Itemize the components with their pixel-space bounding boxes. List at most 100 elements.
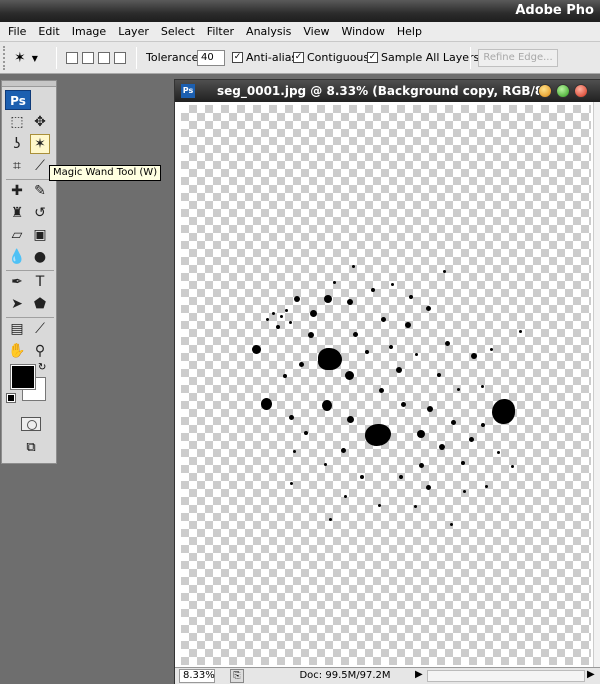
default-colors-icon[interactable]: [6, 393, 16, 403]
foreground-color-swatch[interactable]: [10, 364, 36, 390]
splatter-blob: [272, 312, 275, 315]
menu-analysis[interactable]: Analysis: [240, 25, 297, 38]
splatter-blob: [329, 518, 332, 521]
splatter-blob: [310, 310, 317, 317]
notes-tool-icon[interactable]: ▤: [7, 319, 27, 339]
blur-tool-icon[interactable]: 💧: [7, 247, 27, 267]
splatter-blob: [405, 322, 411, 328]
document-size-info: Doc: 99.5M/97.2M: [299, 670, 391, 681]
menu-image[interactable]: Image: [66, 25, 112, 38]
splatter-blob: [371, 288, 375, 292]
document-canvas[interactable]: [181, 105, 591, 665]
gradient-tool-icon[interactable]: ▣: [30, 225, 50, 245]
splatter-blob: [352, 265, 355, 268]
splatter-blob: [437, 373, 441, 377]
splatter-blob: [445, 341, 450, 346]
document-title-bar[interactable]: Ps seg_0001.jpg @ 8.33% (Background copy…: [175, 80, 600, 102]
zoom-tool-icon[interactable]: ⚲: [30, 341, 50, 361]
splatter-blob: [347, 299, 353, 305]
shape-tool-icon[interactable]: ⬟: [30, 294, 50, 314]
tolerance-input[interactable]: 40: [197, 50, 225, 66]
horizontal-scrollbar[interactable]: [427, 670, 585, 682]
splatter-blob: [283, 374, 287, 378]
eraser-tool-icon[interactable]: ▱: [7, 225, 27, 245]
swap-colors-icon[interactable]: ↻: [38, 362, 46, 373]
zoom-level-field[interactable]: 8.33%: [179, 669, 215, 683]
splatter-blob: [341, 448, 346, 453]
dodge-tool-icon[interactable]: ●: [30, 247, 50, 267]
splatter-blob: [497, 451, 500, 454]
splatter-blob: [324, 463, 327, 466]
status-info-icon[interactable]: ⎘: [230, 669, 244, 683]
splatter-blob: [261, 398, 272, 410]
lasso-tool-icon[interactable]: ʖ: [7, 134, 27, 154]
splatter-blob: [345, 371, 354, 380]
app-title-bar: Adobe Pho: [0, 0, 600, 22]
vertical-scrollbar[interactable]: [593, 102, 600, 668]
sample-all-layers-checkbox[interactable]: ✓: [367, 52, 378, 63]
anti-alias-checkbox[interactable]: ✓: [232, 52, 243, 63]
splatter-blob: [353, 332, 358, 337]
splatter-blob: [471, 353, 477, 359]
refine-edge-button[interactable]: Refine Edge...: [478, 49, 558, 67]
eyedropper-tool-icon[interactable]: ⟋: [30, 319, 50, 339]
history-brush-tool-icon[interactable]: ↺: [30, 203, 50, 223]
move-tool-icon[interactable]: ✥: [30, 112, 50, 132]
crop-tool-icon[interactable]: ⌗: [7, 156, 27, 176]
tool-tooltip: Magic Wand Tool (W): [49, 165, 162, 181]
status-menu-arrow-icon[interactable]: ▶: [415, 669, 423, 680]
menu-layer[interactable]: Layer: [112, 25, 155, 38]
options-separator: [56, 47, 57, 69]
document-window: Ps seg_0001.jpg @ 8.33% (Background copy…: [174, 79, 600, 684]
menu-file[interactable]: File: [2, 25, 32, 38]
magic-wand-icon: ✶: [14, 50, 26, 66]
new-selection-button[interactable]: [66, 52, 78, 64]
add-to-selection-button[interactable]: [82, 52, 94, 64]
brush-tool-icon[interactable]: ✎: [30, 181, 50, 201]
tools-panel-grip[interactable]: [2, 81, 56, 87]
sample-all-layers-label: Sample All Layers: [381, 51, 480, 64]
healing-brush-tool-icon[interactable]: ✚: [7, 181, 27, 201]
splatter-blob: [461, 461, 465, 465]
splatter-blob: [401, 402, 406, 407]
options-grip[interactable]: [3, 46, 7, 70]
path-selection-tool-icon[interactable]: ➤: [7, 294, 27, 314]
app-title: Adobe Pho: [515, 3, 594, 18]
options-bar: ✶ ▼ Tolerance: 40 ✓ Anti-alias ✓ Contiguo…: [0, 42, 600, 74]
splatter-blob: [381, 317, 386, 322]
intersect-selection-button[interactable]: [114, 52, 126, 64]
splatter-blob: [399, 475, 403, 479]
splatter-blob: [318, 348, 342, 370]
menu-select[interactable]: Select: [155, 25, 201, 38]
splatter-blob: [417, 430, 425, 438]
splatter-blob: [415, 353, 418, 356]
splatter-blob: [490, 348, 493, 351]
hand-tool-icon[interactable]: ✋: [7, 341, 27, 361]
splatter-blob: [469, 437, 474, 442]
marquee-tool-icon[interactable]: ⬚: [7, 112, 27, 132]
splatter-blob: [511, 465, 514, 468]
scroll-right-arrow-icon[interactable]: ▶: [587, 669, 595, 680]
menu-window[interactable]: Window: [335, 25, 390, 38]
type-tool-icon[interactable]: T: [30, 272, 50, 292]
pen-tool-icon[interactable]: ✒: [7, 272, 27, 292]
subtract-from-selection-button[interactable]: [98, 52, 110, 64]
splatter-blob: [426, 306, 431, 311]
tool-preset-picker[interactable]: ✶ ▼: [14, 49, 48, 67]
menu-edit[interactable]: Edit: [32, 25, 65, 38]
minimize-button[interactable]: [538, 84, 552, 98]
splatter-blob: [289, 415, 294, 420]
menu-filter[interactable]: Filter: [201, 25, 240, 38]
menu-help[interactable]: Help: [391, 25, 428, 38]
close-button[interactable]: [574, 84, 588, 98]
clone-stamp-tool-icon[interactable]: ♜: [7, 203, 27, 223]
splatter-blob: [481, 423, 485, 427]
options-separator: [136, 47, 137, 69]
contiguous-checkbox[interactable]: ✓: [293, 52, 304, 63]
slice-tool-icon[interactable]: ⟋: [30, 156, 50, 176]
magic-wand-tool-icon[interactable]: ✶: [30, 134, 50, 154]
screen-mode-icon[interactable]: ⧉: [19, 440, 43, 456]
menu-view[interactable]: View: [297, 25, 335, 38]
quick-mask-button[interactable]: [21, 417, 41, 431]
maximize-button[interactable]: [556, 84, 570, 98]
